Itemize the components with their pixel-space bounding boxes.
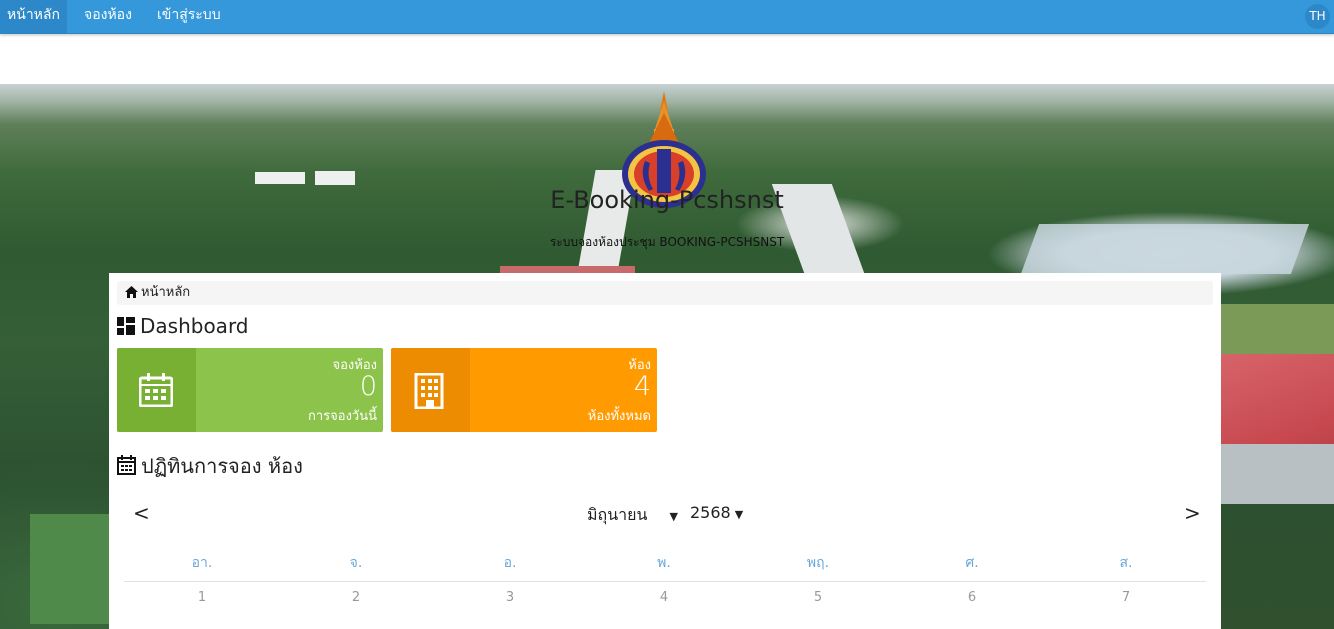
calendar-day[interactable]: 7 [1049, 590, 1203, 605]
dashboard-icon [117, 317, 135, 335]
weekday-header: จ. [349, 555, 363, 571]
month-select[interactable]: มิถุนายน ▼ [587, 503, 678, 528]
weekday-header: พ. [657, 555, 671, 571]
card-value: 4 [633, 371, 651, 402]
nav-book-room[interactable]: จองห้อง [68, 0, 148, 33]
breadcrumb-home[interactable]: หน้าหลัก [141, 281, 190, 305]
weekday-header: อา. [191, 555, 213, 571]
weekday-header: พฤ. [806, 555, 830, 571]
weekday-header: อ. [503, 555, 517, 571]
site-subtitle: ระบบจองห้องประชุม BOOKING-PCSHSNST [549, 235, 785, 249]
stat-card-bookings-today[interactable]: จองห้อง 0 การจองวันนี้ [117, 348, 383, 432]
weekday-header: ส. [1119, 555, 1133, 571]
card-value: 0 [359, 371, 377, 402]
calendar-day[interactable]: 5 [741, 590, 895, 605]
calendar-day[interactable]: 3 [433, 590, 587, 605]
calendar-prev-button[interactable]: < [133, 501, 150, 525]
top-navbar: หน้าหลัก จองห้อง เข้าสู่ระบบ TH [0, 0, 1334, 34]
dashboard-title: Dashboard [140, 314, 249, 338]
calendar-day[interactable]: 6 [895, 590, 1049, 605]
nav-login[interactable]: เข้าสู่ระบบ [141, 0, 237, 33]
chevron-down-icon: ▼ [734, 508, 744, 521]
calendar-day[interactable]: 2 [279, 590, 433, 605]
main-panel: หน้าหลัก Dashboard จองห้อง 0 การจองวันนี… [109, 273, 1221, 629]
dashboard-heading: Dashboard [117, 314, 249, 338]
building-icon [414, 373, 444, 409]
year-value: 2568 [690, 503, 731, 522]
weekday-header: ศ. [965, 555, 979, 571]
stat-card-total-rooms[interactable]: ห้อง 4 ห้องทั้งหมด [391, 348, 657, 432]
home-icon [125, 286, 138, 298]
calendar-title: ปฏิทินการจอง ห้อง [141, 454, 303, 478]
chevron-down-icon: ▼ [669, 510, 678, 523]
calendar-day[interactable]: 4 [587, 590, 741, 605]
divider [124, 581, 1206, 582]
breadcrumb: หน้าหลัก [117, 281, 1213, 305]
site-title: E-Booking-Pcshsnst [550, 186, 784, 214]
card-sublabel: การจองวันนี้ [308, 409, 377, 424]
language-switch[interactable]: TH [1305, 4, 1330, 29]
calendar-next-button[interactable]: > [1184, 501, 1201, 525]
nav-home[interactable]: หน้าหลัก [0, 0, 67, 33]
card-sublabel: ห้องทั้งหมด [587, 409, 651, 424]
year-select[interactable]: 2568 ▼ [690, 503, 743, 522]
month-value: มิถุนายน [587, 505, 648, 524]
calendar-icon [139, 373, 173, 407]
calendar-heading: ปฏิทินการจอง ห้อง [117, 450, 303, 482]
calendar-icon [117, 455, 136, 475]
calendar-day[interactable]: 1 [125, 590, 279, 605]
